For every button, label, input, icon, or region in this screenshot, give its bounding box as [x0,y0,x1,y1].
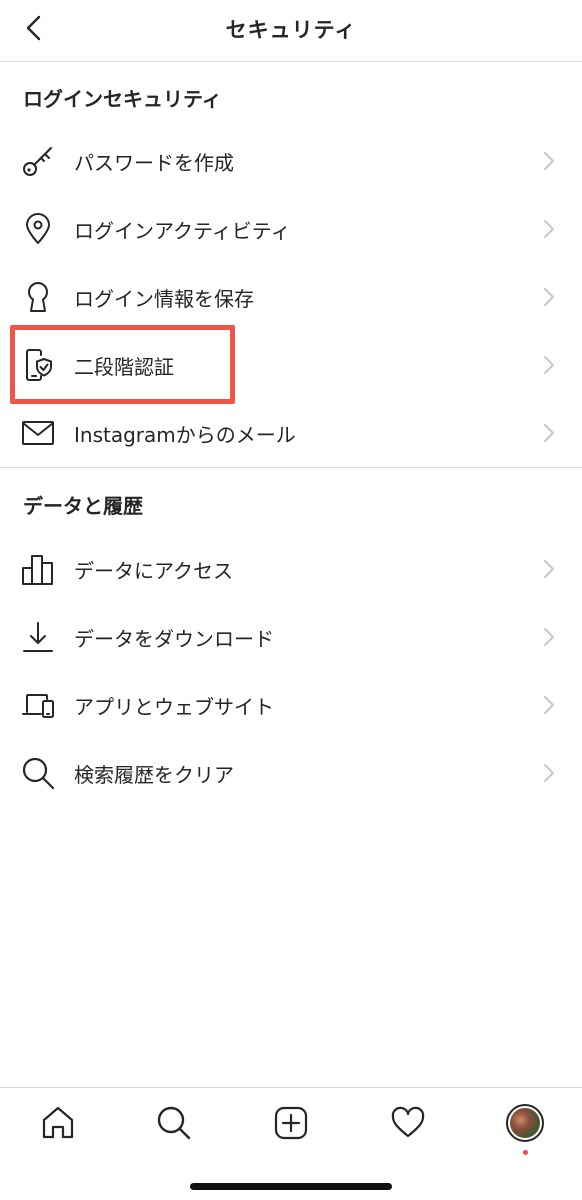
home-indicator [190,1183,392,1190]
menu-item-access-data[interactable]: データにアクセス [0,539,582,599]
chevron-right-icon [544,356,554,374]
chevron-right-icon [544,220,554,238]
chevron-right-icon [544,424,554,442]
tab-profile[interactable] [502,1100,548,1155]
notification-dot [523,1150,528,1155]
menu-item-label: Instagramからのメール [74,422,296,447]
download-icon [20,619,56,655]
menu-item-clear-search-history[interactable]: 検索履歴をクリア [0,743,582,803]
home-icon [42,1106,74,1139]
page-title: セキュリティ [225,18,357,42]
new-post-icon [274,1106,308,1140]
tab-activity[interactable] [385,1100,431,1146]
phone-shield-icon [20,347,56,383]
menu-item-label: パスワードを作成 [74,150,234,175]
menu-item-apps-and-websites[interactable]: アプリとウェブサイト [0,675,582,735]
section-header-login-security: ログインセキュリティ [23,87,222,111]
section-header-data-history: データと履歴 [23,494,143,518]
menu-item-label: ログインアクティビティ [74,218,291,243]
search-icon [157,1106,191,1140]
menu-item-label: アプリとウェブサイト [74,694,274,719]
security-settings-screen: セキュリティ ログインセキュリティ パスワードを作成 ログインアクティビティ ロ… [0,0,582,1200]
menu-item-save-login-info[interactable]: ログイン情報を保存 [0,267,582,327]
chevron-right-icon [544,628,554,646]
menu-item-emails-from-instagram[interactable]: Instagramからのメール [0,403,582,463]
location-pin-icon [20,211,56,247]
nav-header: セキュリティ [0,0,582,62]
menu-item-two-factor-auth[interactable]: 二段階認証 [0,335,582,395]
profile-avatar [506,1104,544,1142]
menu-item-create-password[interactable]: パスワードを作成 [0,131,582,191]
search-icon [20,755,56,791]
menu-item-label: データにアクセス [74,558,233,583]
bar-chart-icon [20,551,56,587]
tab-home[interactable] [35,1100,81,1146]
devices-icon [20,687,56,723]
tab-search[interactable] [151,1100,197,1146]
mail-icon [20,415,56,451]
chevron-right-icon [544,764,554,782]
chevron-right-icon [544,288,554,306]
keyhole-icon [20,279,56,315]
key-icon [20,143,56,179]
menu-item-label: 二段階認証 [74,354,174,379]
menu-item-label: 検索履歴をクリア [74,762,234,787]
tab-new-post[interactable] [268,1100,314,1146]
activity-heart-icon [391,1106,425,1138]
menu-item-login-activity[interactable]: ログインアクティビティ [0,199,582,259]
chevron-right-icon [544,152,554,170]
menu-item-download-data[interactable]: データをダウンロード [0,607,582,667]
menu-item-label: ログイン情報を保存 [74,286,254,311]
menu-item-label: データをダウンロード [74,626,274,651]
section-divider [0,467,582,468]
chevron-right-icon [544,696,554,714]
chevron-right-icon [544,560,554,578]
